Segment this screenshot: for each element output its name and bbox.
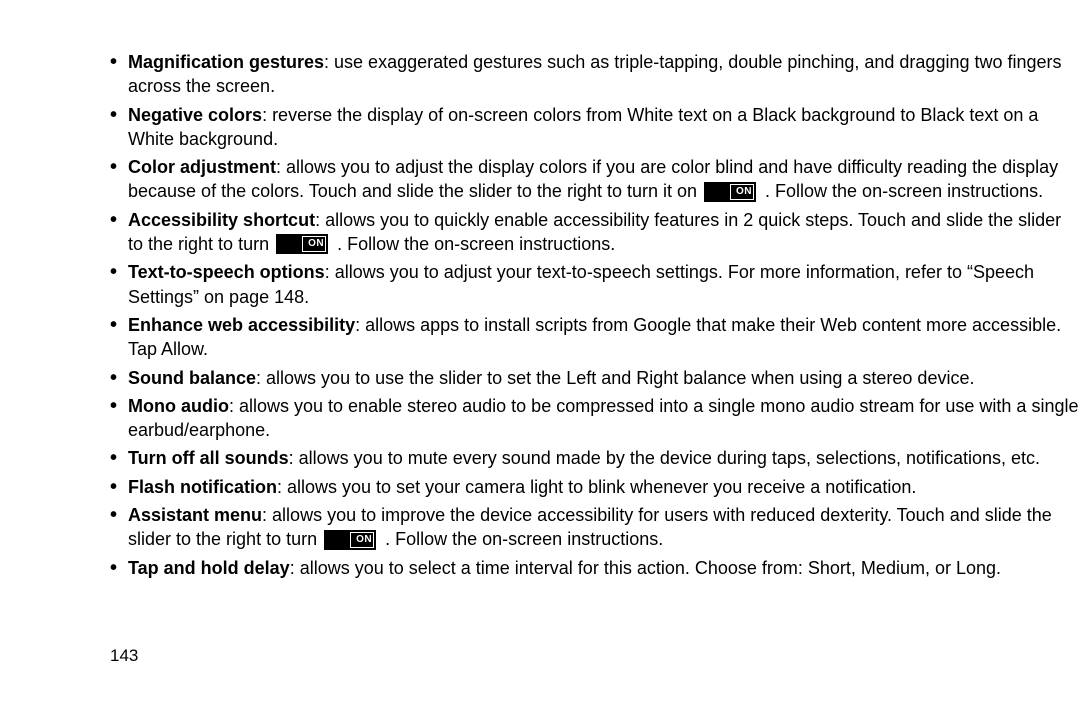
list-item: Sound balance: allows you to use the sli… — [110, 366, 1080, 390]
on-toggle-icon — [324, 530, 376, 550]
item-title: Assistant menu — [128, 505, 262, 525]
item-title: Magnification gestures — [128, 52, 324, 72]
item-body: : reverse the display of on-screen color… — [128, 105, 1038, 149]
item-body-continued: . Follow the on-screen instructions. — [760, 181, 1043, 201]
list-item: Magnification gestures: use exaggerated … — [110, 50, 1080, 99]
list-item: Negative colors: reverse the display of … — [110, 103, 1080, 152]
item-title: Flash notification — [128, 477, 277, 497]
item-title: Turn off all sounds — [128, 448, 289, 468]
item-body-continued: . Follow the on-screen instructions. — [380, 529, 663, 549]
item-body: : allows you to use the slider to set th… — [256, 368, 974, 388]
on-toggle-icon — [276, 234, 328, 254]
list-item: Mono audio: allows you to enable stereo … — [110, 394, 1080, 443]
item-title: Negative colors — [128, 105, 262, 125]
list-item: Assistant menu: allows you to improve th… — [110, 503, 1080, 552]
item-title: Mono audio — [128, 396, 229, 416]
item-title: Accessibility shortcut — [128, 210, 315, 230]
content-columns: Magnification gestures: use exaggerated … — [110, 50, 1080, 630]
item-title: Text-to-speech options — [128, 262, 325, 282]
item-title: Sound balance — [128, 368, 256, 388]
item-body: : allows you to select a time interval f… — [290, 558, 1001, 578]
list-item: Color adjustment: allows you to adjust t… — [110, 155, 1080, 204]
item-body: : allows you to set your camera light to… — [277, 477, 916, 497]
list-item: Turn off all sounds: allows you to mute … — [110, 446, 1080, 470]
item-title: Color adjustment — [128, 157, 276, 177]
list-item: Tap and hold delay: allows you to select… — [110, 556, 1080, 580]
page-number: 143 — [110, 645, 138, 668]
item-title: Enhance web accessibility — [128, 315, 355, 335]
item-body: : allows you to enable stereo audio to b… — [128, 396, 1078, 440]
item-body: : allows you to mute every sound made by… — [289, 448, 1040, 468]
on-toggle-icon — [704, 182, 756, 202]
list-item: Text-to-speech options: allows you to ad… — [110, 260, 1080, 309]
item-body-continued: . Follow the on-screen instructions. — [332, 234, 615, 254]
list-item: Enhance web accessibility: allows apps t… — [110, 313, 1080, 362]
item-title: Tap and hold delay — [128, 558, 290, 578]
accessibility-options-list: Magnification gestures: use exaggerated … — [110, 50, 1080, 630]
list-item: Accessibility shortcut: allows you to qu… — [110, 208, 1080, 257]
list-item: Flash notification: allows you to set yo… — [110, 475, 1080, 499]
document-page: Magnification gestures: use exaggerated … — [0, 0, 1080, 720]
item-body: : allows you to adjust your text-to-spee… — [325, 262, 967, 282]
